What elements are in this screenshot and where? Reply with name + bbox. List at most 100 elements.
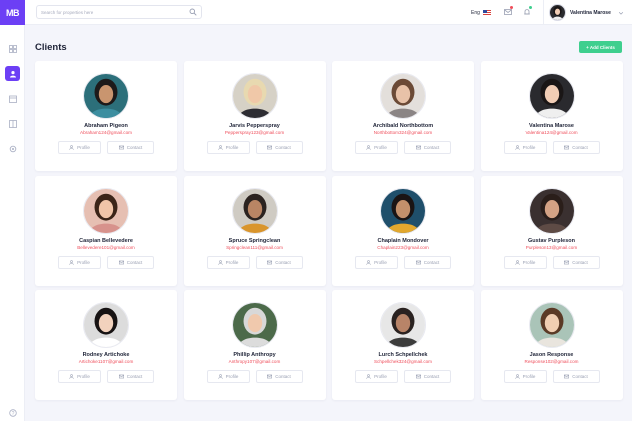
contact-label: Contact <box>572 374 588 379</box>
contact-button[interactable]: Contact <box>255 255 303 269</box>
contact-button[interactable]: Contact <box>107 255 154 269</box>
client-name: Caspian Bellevedere <box>79 237 133 244</box>
contact-button[interactable]: Contact <box>255 141 303 154</box>
profile-button[interactable]: Profile <box>58 141 101 154</box>
client-email[interactable]: Chaplain223@gmail.com <box>332 245 474 250</box>
svg-text:?: ? <box>11 410 14 416</box>
profile-button[interactable]: Profile <box>355 370 398 383</box>
notifications-button[interactable] <box>522 6 532 17</box>
profile-button[interactable]: Profile <box>503 141 547 154</box>
contact-button[interactable]: Contact <box>107 141 154 154</box>
client-email[interactable]: Artichoke1107@gmail.com <box>35 359 177 364</box>
contact-button[interactable]: Contact <box>552 141 600 154</box>
contact-button[interactable]: Contact <box>404 141 451 154</box>
client-email[interactable]: Abraham124@gmail.com <box>35 130 177 135</box>
sidebar-item-dashboard[interactable] <box>5 41 20 56</box>
settings-icon <box>9 145 16 152</box>
user-icon <box>514 145 520 150</box>
mail-icon <box>415 260 421 264</box>
client-name: Phillip Anthropy <box>233 352 276 358</box>
language-selector[interactable]: Eng <box>471 8 491 17</box>
profile-label: Profile <box>522 259 536 265</box>
contact-button[interactable]: Contact <box>255 370 303 383</box>
contact-label: Contact <box>275 145 291 150</box>
client-name: Rodney Artichoke <box>82 352 130 358</box>
client-name: Gustav Purpleson <box>527 237 576 244</box>
client-card: Archibald Northbottom Northbottom324@gma… <box>332 61 474 171</box>
contact-label: Contact <box>572 259 588 265</box>
client-email[interactable]: Anthropy107@gmail.com <box>184 359 326 364</box>
client-email[interactable]: Northbottom324@gmail.com <box>332 130 474 135</box>
client-card: Phillip Anthropy Anthropy107@gmail.com P… <box>183 290 326 400</box>
profile-label: Profile <box>374 145 387 150</box>
client-avatar <box>528 187 575 234</box>
profile-button[interactable]: Profile <box>206 141 250 154</box>
contact-button[interactable]: Contact <box>552 255 600 269</box>
client-card: Gustav Purpleson Purpleson13@gmail.com P… <box>480 175 623 286</box>
client-email[interactable]: Schpellchek324@gmail.com <box>332 359 474 364</box>
user-icon <box>217 145 223 150</box>
client-email[interactable]: Response102@gmail.com <box>481 359 623 364</box>
profile-button[interactable]: Profile <box>355 141 398 154</box>
contact-label: Contact <box>423 259 440 265</box>
client-avatar <box>380 73 426 119</box>
mail-icon <box>118 260 124 264</box>
contact-button[interactable]: Contact <box>552 370 600 383</box>
sidebar-item-help[interactable]: ? <box>5 405 20 420</box>
profile-button[interactable]: Profile <box>58 255 101 269</box>
mail-icon <box>415 145 421 150</box>
user-icon <box>217 374 223 379</box>
client-email[interactable]: Pepperspray123@gmail.com <box>184 130 326 135</box>
search-input[interactable] <box>41 7 181 17</box>
bell-icon <box>524 9 530 15</box>
chevron-down-icon <box>618 11 623 15</box>
contact-button[interactable]: Contact <box>404 370 451 383</box>
contact-label: Contact <box>275 374 291 379</box>
sidebar-item-clients[interactable] <box>5 66 20 81</box>
profile-button[interactable]: Profile <box>206 255 250 269</box>
client-email[interactable]: Valentina124@gmail.com <box>481 130 623 135</box>
mail-icon <box>504 9 512 15</box>
sidebar-item-settings[interactable] <box>5 141 20 156</box>
profile-button[interactable]: Profile <box>503 370 547 383</box>
client-email[interactable]: Bellevedere101@gmail.com <box>35 245 177 250</box>
profile-label: Profile <box>225 145 239 150</box>
profile-button[interactable]: Profile <box>503 255 547 269</box>
notification-dot <box>529 6 532 9</box>
client-name: Archibald Northbottom <box>372 123 434 129</box>
client-email[interactable]: Purpleson13@gmail.com <box>481 245 623 250</box>
client-avatar <box>83 187 129 234</box>
user-icon <box>9 70 16 77</box>
client-avatar <box>83 73 129 119</box>
contact-button[interactable]: Contact <box>107 370 154 383</box>
client-name: Chaplain Mondover <box>377 237 429 244</box>
client-card: Caspian Bellevedere Bellevedere101@gmail… <box>35 175 177 286</box>
client-email[interactable]: Springclean111@gmail.com <box>184 245 326 250</box>
user-menu[interactable]: Valentina Marose <box>549 3 624 22</box>
contact-label: Contact <box>126 145 143 150</box>
user-name: Valentina Marose <box>570 9 611 16</box>
profile-button[interactable]: Profile <box>206 370 250 383</box>
add-clients-button[interactable]: + Add Clients <box>579 41 622 53</box>
user-icon <box>514 374 520 379</box>
user-icon <box>366 259 371 265</box>
profile-label: Profile <box>374 374 387 379</box>
sidebar-item-documents[interactable] <box>5 116 20 131</box>
mail-icon <box>267 260 273 264</box>
profile-button[interactable]: Profile <box>58 370 101 383</box>
app-logo[interactable]: MB <box>0 0 25 25</box>
dashboard-icon <box>8 44 17 53</box>
contact-label: Contact <box>126 259 143 265</box>
mail-icon <box>267 374 273 379</box>
contact-label: Contact <box>572 145 588 150</box>
mail-notification-dot <box>510 6 513 9</box>
client-avatar <box>528 302 575 348</box>
client-card: Abraham Pigeon Abraham124@gmail.com Prof… <box>35 61 177 171</box>
mail-button[interactable] <box>503 6 513 17</box>
client-name: Spruce Springclean <box>228 237 281 244</box>
user-icon <box>366 145 371 150</box>
profile-button[interactable]: Profile <box>355 255 398 269</box>
contact-button[interactable]: Contact <box>404 255 451 269</box>
search-icon[interactable] <box>189 8 197 16</box>
sidebar-item-calendar[interactable] <box>5 91 20 106</box>
